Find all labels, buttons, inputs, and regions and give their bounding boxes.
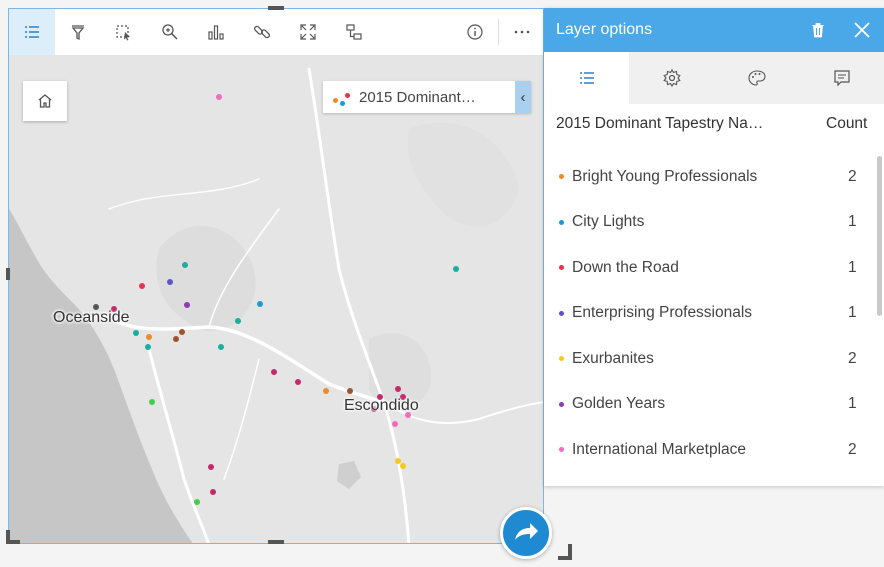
legend-swatch	[559, 265, 564, 271]
map-card[interactable]: 2015 Dominant… ‹ Oceanside Escondido	[8, 8, 544, 544]
layer-options-panel: Layer options 2015 Dominant Tapestry Na……	[544, 8, 884, 486]
panel-title: Layer options	[556, 21, 653, 38]
panel-tabs	[544, 52, 884, 104]
more-icon	[514, 30, 530, 34]
select-icon	[116, 25, 130, 41]
legend-row-count: 1	[848, 395, 857, 413]
column-header-count[interactable]: Count	[826, 115, 884, 133]
palette-icon	[747, 70, 766, 86]
home-button[interactable]	[23, 81, 67, 121]
resize-handle-bottom[interactable]	[268, 540, 284, 544]
legend-row-name: Down the Road	[572, 258, 679, 276]
legend-toggle-button[interactable]	[9, 9, 55, 55]
filter-button[interactable]	[55, 9, 101, 55]
legend-row[interactable]: Exurbanites 2	[544, 336, 884, 382]
list-icon	[25, 26, 39, 38]
legend-row-name: Golden Years	[572, 395, 666, 413]
legend-row-name: Exurbanites	[572, 349, 654, 367]
legend-row-count: 2	[848, 349, 857, 367]
legend-row-count: 2	[848, 440, 857, 458]
legend-scrollbar[interactable]	[877, 156, 882, 316]
trash-icon	[812, 23, 824, 38]
legend-row-name: Enterprising Professionals	[572, 304, 753, 322]
resize-handle-top[interactable]	[268, 6, 284, 10]
tab-options[interactable]	[629, 52, 714, 104]
legend-row[interactable]: City Lights 1	[544, 200, 884, 246]
tab-legend[interactable]	[544, 52, 629, 104]
legend-swatch	[559, 356, 564, 362]
bar-chart-icon	[208, 25, 224, 40]
legend-row[interactable]: Enterprising Professionals 1	[544, 291, 884, 337]
legend-swatch	[559, 447, 564, 453]
zoom-icon	[162, 24, 178, 40]
panel-header: Layer options	[544, 8, 884, 52]
flip-card-button[interactable]	[500, 507, 552, 559]
legend-collapse-button[interactable]: ‹	[515, 81, 531, 113]
info-icon	[467, 24, 483, 40]
list-icon	[579, 72, 594, 84]
close-icon	[854, 22, 870, 38]
home-icon	[38, 94, 52, 108]
legend-row[interactable]: Golden Years 1	[544, 382, 884, 428]
lagoon	[337, 461, 361, 489]
gear-icon	[662, 68, 681, 88]
select-button[interactable]	[101, 9, 147, 55]
legend-chip[interactable]: 2015 Dominant… ‹	[323, 81, 531, 113]
resize-handle-left[interactable]	[6, 268, 10, 280]
column-header-name[interactable]: 2015 Dominant Tapestry Na…	[556, 115, 826, 133]
zoom-button[interactable]	[147, 9, 193, 55]
link-icon	[253, 25, 271, 39]
info-button[interactable]	[452, 9, 498, 55]
tab-style[interactable]	[714, 52, 799, 104]
transform-button[interactable]	[331, 9, 377, 55]
expand-button[interactable]	[285, 9, 331, 55]
link-button[interactable]	[239, 9, 285, 55]
transform-icon	[346, 24, 362, 40]
map-toolbar	[9, 9, 543, 56]
legend-swatch	[559, 401, 564, 407]
delete-layer-button[interactable]	[796, 8, 840, 52]
legend-row-name: Bright Young Professionals	[572, 167, 758, 185]
legend-row[interactable]: Down the Road 1	[544, 245, 884, 291]
legend-row-name: City Lights	[572, 213, 645, 231]
map-label-oceanside: Oceanside	[53, 309, 130, 326]
resize-handle-bottom-left-v[interactable]	[6, 530, 10, 544]
close-panel-button[interactable]	[840, 8, 884, 52]
legend-row[interactable]: Bright Young Professionals 2	[544, 154, 884, 200]
legend-row-name: International Marketplace	[572, 440, 747, 458]
filter-icon	[71, 25, 85, 41]
resize-handle-bottom-right-v[interactable]	[568, 544, 572, 560]
legend-column-headers: 2015 Dominant Tapestry Na… Count	[544, 104, 884, 144]
legend-row[interactable]: International Marketplace 2	[544, 427, 884, 473]
legend-swatch	[559, 219, 564, 225]
chart-button[interactable]	[193, 9, 239, 55]
legend-chip-label: 2015 Dominant…	[359, 88, 476, 106]
popup-icon	[833, 70, 850, 87]
map-points	[93, 94, 459, 505]
legend-swatch	[559, 310, 564, 316]
share-arrow-icon	[515, 523, 538, 540]
more-button[interactable]	[499, 9, 543, 55]
expand-icon	[300, 24, 316, 40]
map-label-escondido: Escondido	[344, 397, 419, 414]
legend-list[interactable]: Bright Young Professionals 2 City Lights 1…	[544, 154, 884, 486]
legend-dots-icon	[323, 81, 359, 113]
legend-swatch	[559, 174, 564, 180]
tab-popup[interactable]	[799, 52, 884, 104]
